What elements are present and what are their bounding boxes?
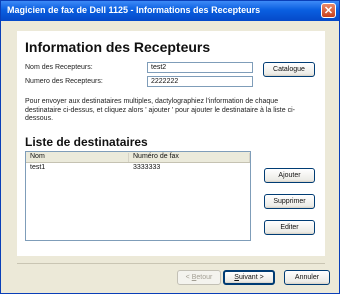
column-header-name[interactable]: Nom [26, 153, 129, 162]
row-fax: 3333333 [133, 164, 161, 171]
title-bar[interactable]: Magicien de fax de Dell 1125 - Informati… [1, 1, 339, 21]
next-button[interactable]: Suivant > [223, 270, 275, 285]
cancel-button[interactable]: Annuler [284, 270, 330, 285]
recipient-list[interactable]: Nom Numéro de fax test1 3333333 [25, 151, 251, 241]
recipient-panel: Information des Recepteurs Nom des Recep… [17, 31, 325, 256]
delete-button[interactable]: Supprimer [264, 194, 315, 209]
list-header: Nom Numéro de fax [26, 152, 250, 163]
row-name: test1 [30, 164, 46, 171]
fax-wizard-window: Magicien de fax de Dell 1125 - Informati… [0, 0, 340, 294]
help-text: Pour envoyer aux destinataires multiples… [25, 98, 295, 122]
recipient-number-label: Numero des Recepteurs: [25, 78, 103, 85]
add-button[interactable]: Ajouter [264, 168, 315, 183]
recipient-name-label: Nom des Recepteurs: [25, 64, 93, 71]
page-title: Information des Recepteurs [25, 39, 211, 55]
edit-button[interactable]: Editer [264, 220, 315, 235]
list-item[interactable]: test1 3333333 [26, 163, 250, 173]
window-title: Magicien de fax de Dell 1125 - Informati… [7, 5, 261, 15]
catalog-button[interactable]: Catalogue [263, 62, 315, 77]
recipient-list-title: Liste de destinataires [25, 135, 148, 149]
column-header-fax[interactable]: Numéro de fax [129, 153, 250, 162]
close-icon[interactable]: ✕ [321, 3, 336, 18]
recipient-number-input[interactable]: 2222222 [147, 76, 253, 87]
footer-divider [17, 263, 325, 264]
back-button: < Betour [177, 270, 221, 285]
recipient-name-input[interactable]: test2 [147, 62, 253, 73]
